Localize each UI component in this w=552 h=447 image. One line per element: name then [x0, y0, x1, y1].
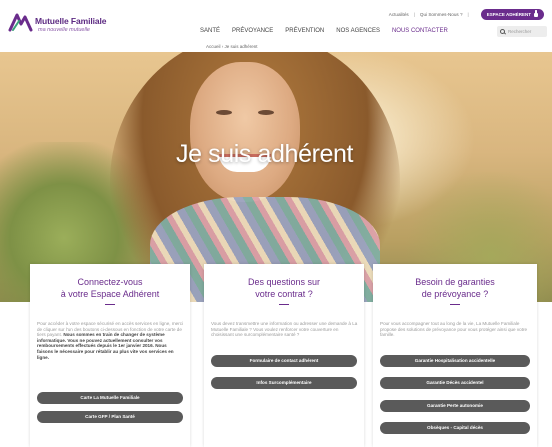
card-connexion: Connectez-vous à votre Espace Adhérent P…: [30, 264, 190, 447]
card-text: Vous devez transmettre une information o…: [211, 321, 358, 338]
toplink-qui-sommes-nous[interactable]: Qui Sommes-Nous ?: [420, 12, 463, 17]
logo-mark-icon: [8, 13, 33, 32]
breadcrumb: Accueil › Je suis adhérent: [206, 44, 258, 49]
toplink-actualites[interactable]: Actualités: [389, 12, 409, 17]
formulaire-contact-button[interactable]: Formulaire de contact adhérent: [211, 355, 357, 367]
card-title: Des questions sur votre contrat ?: [204, 276, 364, 300]
nav-item-contact[interactable]: NOUS CONTACTER: [392, 28, 448, 38]
espace-adherent-label: ESPACE ADHÉRENT: [486, 11, 531, 17]
title-divider: [105, 304, 115, 305]
card-title-line: à votre Espace Adhérent: [60, 289, 160, 299]
hero-photo-face: [190, 62, 300, 202]
top-links: Actualités | Qui Sommes-Nous ? | ESPACE …: [389, 8, 544, 20]
title-divider: [279, 304, 289, 305]
nav-item-prevention[interactable]: PRÉVENTION: [285, 28, 324, 38]
nav-item-sante[interactable]: SANTÉ: [200, 28, 220, 38]
separator: |: [467, 11, 469, 17]
espace-adherent-button[interactable]: ESPACE ADHÉRENT: [480, 8, 544, 20]
hero-photo-eye: [258, 110, 274, 115]
hero-title: Je suis adhérent: [176, 140, 354, 168]
search-input[interactable]: Rechercher: [497, 26, 547, 37]
site-header: Mutuelle Familiale ma nouvelle mutuelle …: [0, 0, 552, 52]
garantie-deces-button[interactable]: Garantie Décès accidentel: [380, 377, 530, 389]
separator: |: [413, 11, 415, 17]
card-title: Connectez-vous à votre Espace Adhérent: [30, 276, 190, 300]
search-placeholder: Rechercher: [508, 29, 532, 34]
carte-mutuelle-button[interactable]: Carte La Mutuelle Familiale: [37, 392, 183, 404]
card-title-line: Besoin de garanties: [415, 277, 495, 287]
nav-item-agences[interactable]: NOS AGENCES: [336, 28, 380, 38]
card-title-line: votre contrat ?: [255, 289, 313, 299]
infos-surcomplementaire-button[interactable]: Infos Surcomplémentaire: [211, 377, 357, 389]
obseques-capital-deces-button[interactable]: Obsèques - Capital décès: [380, 422, 530, 434]
card-text: Pour accéder à votre espace sécurisé en …: [37, 321, 184, 360]
card-text: Pour vous accompagner tout au long de la…: [380, 321, 528, 338]
hero-photo-eye: [216, 110, 232, 115]
logo[interactable]: Mutuelle Familiale ma nouvelle mutuelle: [8, 12, 118, 36]
card-questions: Des questions sur votre contrat ? Vous d…: [204, 264, 364, 447]
nav-item-prevoyance[interactable]: PRÉVOYANCE: [232, 28, 273, 38]
main-nav: SANTÉ PRÉVOYANCE PRÉVENTION NOS AGENCES …: [200, 28, 460, 38]
search-icon: [500, 29, 505, 34]
card-title-line: Connectez-vous: [77, 277, 143, 287]
logo-tagline: ma nouvelle mutuelle: [38, 27, 90, 33]
card-title-line: de prévoyance ?: [421, 289, 489, 299]
logo-name: Mutuelle Familiale: [35, 16, 107, 26]
carte-gfp-button[interactable]: Carte GFP / Plan Santé: [37, 411, 183, 423]
garantie-hospitalisation-button[interactable]: Garantie Hospitalisation accidentelle: [380, 355, 530, 367]
card-title: Besoin de garanties de prévoyance ?: [373, 276, 537, 300]
title-divider: [450, 304, 460, 305]
garantie-perte-autonomie-button[interactable]: Garantie Perte autonomie: [380, 400, 530, 412]
lock-icon: [534, 10, 538, 17]
card-title-line: Des questions sur: [247, 277, 321, 287]
card-prevoyance: Besoin de garanties de prévoyance ? Pour…: [373, 264, 537, 447]
